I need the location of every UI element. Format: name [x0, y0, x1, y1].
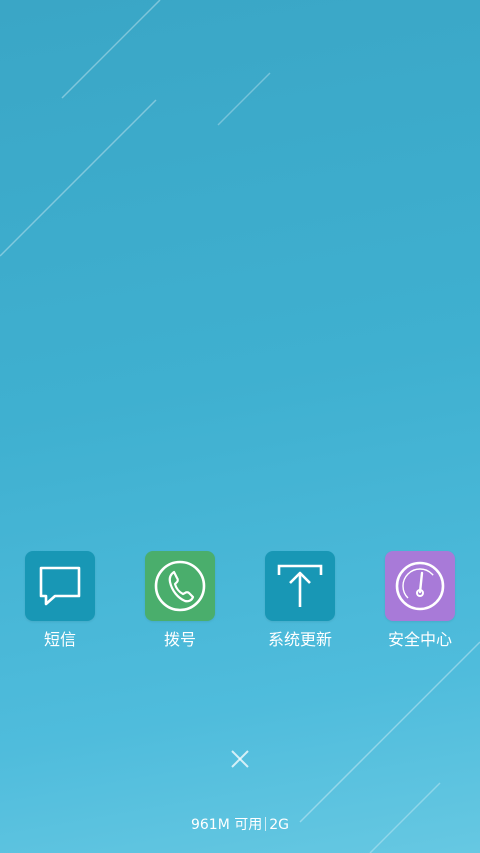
phone-icon[interactable] — [145, 551, 215, 621]
network-type: 2G — [269, 817, 290, 833]
app-label-security-center: 安全中心 — [387, 630, 452, 649]
close-icon[interactable] — [222, 741, 258, 777]
message-icon[interactable] — [25, 551, 95, 621]
status-divider — [265, 817, 267, 831]
available-memory: 961M 可用 — [190, 817, 263, 833]
upload-icon[interactable] — [265, 551, 335, 621]
app-phone[interactable]: 拨号 — [130, 551, 230, 661]
app-messages[interactable]: 短信 — [10, 551, 110, 661]
memory-status: 961M 可用 2G — [0, 815, 480, 835]
background-streaks — [0, 0, 480, 853]
recent-apps-row: 短信 拨号 系统更新 安全中心 — [0, 551, 480, 661]
app-security-center[interactable]: 安全中心 — [370, 551, 470, 661]
app-label-messages: 短信 — [43, 630, 76, 649]
app-system-update[interactable]: 系统更新 — [250, 551, 350, 661]
app-label-phone: 拨号 — [163, 630, 196, 649]
app-label-system-update: 系统更新 — [267, 630, 332, 649]
speedometer-icon[interactable] — [385, 551, 455, 621]
